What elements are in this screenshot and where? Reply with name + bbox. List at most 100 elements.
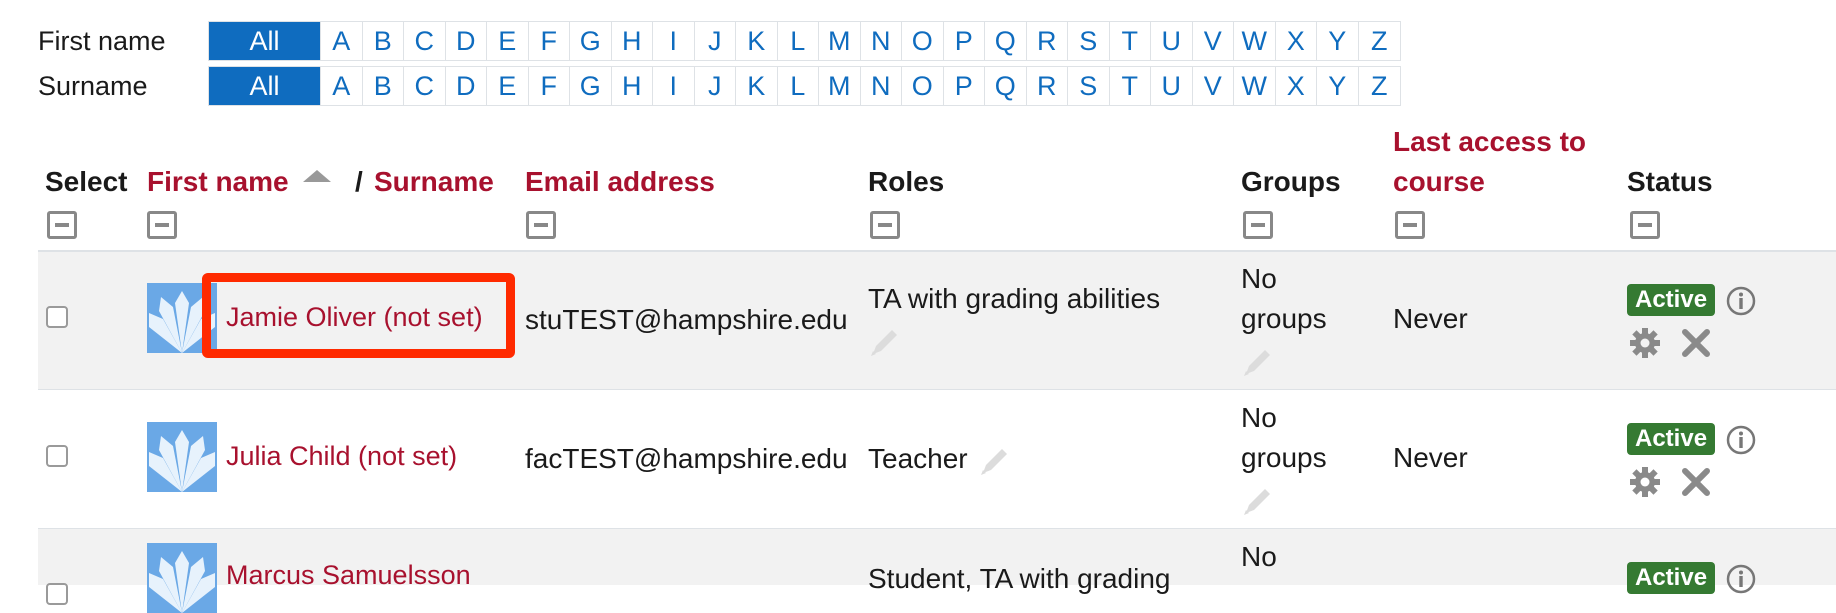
- first-name-initial-letter-q-button[interactable]: Q: [985, 22, 1027, 60]
- edit-roles-pencil-icon[interactable]: [978, 444, 1012, 478]
- status-badge: Active: [1627, 562, 1716, 594]
- first-name-initial-letter-d-button[interactable]: D: [446, 22, 487, 60]
- first-name-initial-letter-u-button[interactable]: U: [1151, 22, 1193, 60]
- user-name-link[interactable]: Marcus Samuelsson: [226, 560, 471, 591]
- edit-groups-pencil-icon[interactable]: [1241, 345, 1275, 379]
- collapse-status-column-icon[interactable]: [1630, 211, 1660, 239]
- header-roles: Roles: [868, 166, 945, 197]
- first-name-initial-all-button[interactable]: All: [209, 22, 321, 60]
- first-name-initial-letter-t-button[interactable]: T: [1110, 22, 1151, 60]
- first-name-initial-letter-i-button[interactable]: I: [653, 22, 695, 60]
- user-groups-line1: No: [1241, 263, 1277, 294]
- surname-initial-letter-j-button[interactable]: J: [695, 67, 736, 105]
- first-name-initial-letter-s-button[interactable]: S: [1068, 22, 1110, 60]
- info-icon[interactable]: [1726, 564, 1756, 594]
- surname-initial-letter-m-button[interactable]: M: [819, 67, 861, 105]
- user-groups-line1: No: [1241, 541, 1277, 572]
- header-last-access-sort-link-line2[interactable]: course: [1393, 166, 1485, 198]
- surname-initial-letter-i-button[interactable]: I: [653, 67, 695, 105]
- header-surname-sort-link[interactable]: Surname: [374, 166, 494, 198]
- surname-initials-label: Surname: [38, 70, 148, 101]
- unenrol-close-icon[interactable]: [1680, 466, 1712, 498]
- surname-initial-letter-u-button[interactable]: U: [1151, 67, 1193, 105]
- info-icon[interactable]: [1726, 286, 1756, 316]
- first-name-initial-letter-h-button[interactable]: H: [612, 22, 653, 60]
- collapse-last-access-column-icon[interactable]: [1395, 211, 1425, 239]
- surname-initial-letter-w-button[interactable]: W: [1234, 67, 1276, 105]
- surname-initial-letter-f-button[interactable]: F: [529, 67, 570, 105]
- surname-initial-letter-o-button[interactable]: O: [902, 67, 944, 105]
- surname-initial-letter-y-button[interactable]: Y: [1317, 67, 1359, 105]
- surname-initial-letter-g-button[interactable]: G: [570, 67, 612, 105]
- row-select-checkbox[interactable]: [46, 445, 68, 467]
- surname-initial-letter-n-button[interactable]: N: [861, 67, 902, 105]
- first-name-initial-letter-v-button[interactable]: V: [1193, 22, 1234, 60]
- collapse-name-column-icon[interactable]: [147, 211, 177, 239]
- row-select-checkbox[interactable]: [46, 583, 68, 605]
- first-name-initial-letter-z-button[interactable]: Z: [1359, 22, 1401, 60]
- header-email-sort-link[interactable]: Email address: [525, 166, 715, 198]
- status-badge: Active: [1627, 423, 1716, 455]
- surname-initial-letter-e-button[interactable]: E: [487, 67, 529, 105]
- surname-initial-all-button[interactable]: All: [209, 67, 321, 105]
- collapse-email-column-icon[interactable]: [526, 211, 556, 239]
- surname-initial-letter-k-button[interactable]: K: [736, 67, 778, 105]
- first-name-initial-letter-e-button[interactable]: E: [487, 22, 529, 60]
- user-roles: Student, TA with grading: [868, 563, 1171, 594]
- status-badge: Active: [1627, 284, 1716, 316]
- surname-initial-letter-z-button[interactable]: Z: [1359, 67, 1401, 105]
- first-name-initial-letter-b-button[interactable]: B: [363, 22, 404, 60]
- sort-ascending-icon: [303, 170, 331, 182]
- first-name-initial-letter-o-button[interactable]: O: [902, 22, 944, 60]
- user-groups-line2: groups: [1241, 442, 1327, 473]
- surname-initial-letter-d-button[interactable]: D: [446, 67, 487, 105]
- surname-initial-letter-t-button[interactable]: T: [1110, 67, 1151, 105]
- first-name-initial-letter-f-button[interactable]: F: [529, 22, 570, 60]
- gear-icon[interactable]: [1628, 326, 1662, 360]
- collapse-select-column-icon[interactable]: [47, 211, 77, 239]
- header-last-access-sort-link-line1[interactable]: Last access to: [1393, 126, 1586, 158]
- surname-initial-letter-b-button[interactable]: B: [363, 67, 404, 105]
- header-separator: /: [355, 166, 363, 197]
- row-divider: [38, 389, 1836, 390]
- unenrol-close-icon[interactable]: [1680, 327, 1712, 359]
- info-icon[interactable]: [1726, 425, 1756, 455]
- surname-initial-letter-r-button[interactable]: R: [1027, 67, 1068, 105]
- surname-initial-letter-c-button[interactable]: C: [404, 67, 446, 105]
- collapse-groups-column-icon[interactable]: [1243, 211, 1273, 239]
- header-groups: Groups: [1241, 166, 1341, 197]
- first-name-initial-letter-n-button[interactable]: N: [861, 22, 902, 60]
- surname-initial-letter-s-button[interactable]: S: [1068, 67, 1110, 105]
- first-name-initial-letter-g-button[interactable]: G: [570, 22, 612, 60]
- first-name-initial-letter-j-button[interactable]: J: [695, 22, 736, 60]
- user-name-link[interactable]: Julia Child (not set): [226, 441, 457, 472]
- surname-initial-letter-v-button[interactable]: V: [1193, 67, 1234, 105]
- collapse-roles-column-icon[interactable]: [870, 211, 900, 239]
- user-email: facTEST@hampshire.edu: [525, 443, 848, 474]
- surname-initial-letter-x-button[interactable]: X: [1276, 67, 1317, 105]
- header-first-name-sort-link[interactable]: First name: [147, 166, 289, 198]
- highlight-annotation-box: [202, 273, 515, 358]
- first-name-initial-letter-k-button[interactable]: K: [736, 22, 778, 60]
- user-roles: Teacher: [868, 443, 968, 474]
- first-name-initial-letter-c-button[interactable]: C: [404, 22, 446, 60]
- edit-groups-pencil-icon[interactable]: [1241, 484, 1275, 518]
- first-name-initial-letter-a-button[interactable]: A: [321, 22, 363, 60]
- first-name-initial-letter-l-button[interactable]: L: [778, 22, 819, 60]
- surname-initial-letter-q-button[interactable]: Q: [985, 67, 1027, 105]
- surname-initial-letter-l-button[interactable]: L: [778, 67, 819, 105]
- first-name-initial-letter-y-button[interactable]: Y: [1317, 22, 1359, 60]
- row-select-checkbox[interactable]: [46, 306, 68, 328]
- surname-initial-letter-h-button[interactable]: H: [612, 67, 653, 105]
- first-name-initial-letter-r-button[interactable]: R: [1027, 22, 1068, 60]
- user-groups-line2: groups: [1241, 303, 1327, 334]
- first-name-initial-letter-x-button[interactable]: X: [1276, 22, 1317, 60]
- first-name-initials-label: First name: [38, 25, 166, 56]
- surname-initial-letter-p-button[interactable]: P: [944, 67, 985, 105]
- gear-icon[interactable]: [1628, 465, 1662, 499]
- edit-roles-pencil-icon[interactable]: [868, 325, 902, 359]
- first-name-initial-letter-p-button[interactable]: P: [944, 22, 985, 60]
- first-name-initial-letter-w-button[interactable]: W: [1234, 22, 1276, 60]
- surname-initial-letter-a-button[interactable]: A: [321, 67, 363, 105]
- first-name-initial-letter-m-button[interactable]: M: [819, 22, 861, 60]
